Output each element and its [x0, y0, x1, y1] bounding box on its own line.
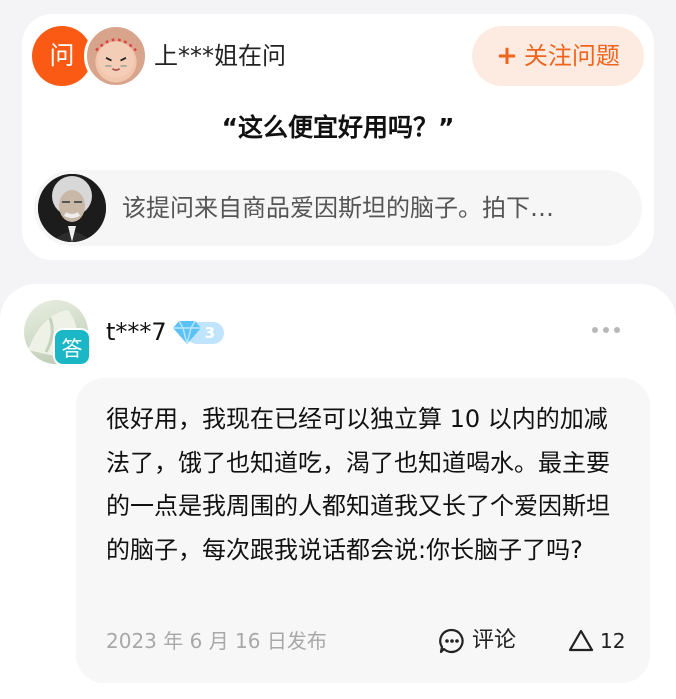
answer-date: 2023 年 6 月 16 日发布 — [106, 629, 327, 653]
baby-face-icon — [95, 38, 137, 78]
follow-question-button[interactable]: + 关注问题 — [472, 26, 644, 86]
asker-label: 上***姐在问 — [154, 42, 286, 70]
follow-question-label: 关注问题 — [523, 42, 620, 70]
answer-text: 很好用，我现在已经可以独立算 10 以内的加减法了，饿了也知道吃，渴了也知道喝水… — [106, 405, 610, 564]
product-source-text: 该提问来自商品爱因斯坦的脑子。拍下… — [122, 194, 554, 222]
question-title: “这么便宜好用吗？” — [221, 113, 455, 142]
question-badge: 问 — [32, 26, 92, 86]
like-button[interactable]: 12 — [568, 622, 628, 660]
answerer-username[interactable]: t***7 — [106, 316, 167, 348]
answer-badge: 答 — [53, 328, 91, 366]
user-level-badge: 3 — [170, 318, 226, 346]
comment-label: 评论 — [472, 628, 517, 653]
diamond-icon — [173, 320, 201, 345]
upvote-triangle-icon — [568, 629, 594, 652]
answer-card: 答 t***7 3 很好用，我现在已经可以独立算 10 以内的加减法了，饿了也知… — [0, 284, 676, 699]
question-card: 问 上***姐在问 + 关注问题 “这么便宜好用吗？” 该提问来自商品爱因斯坦的脑… — [22, 14, 654, 260]
like-count: 12 — [600, 629, 626, 653]
more-options-icon[interactable] — [590, 322, 622, 338]
product-source-link[interactable]: 该提问来自商品爱因斯坦的脑子。拍下… — [34, 170, 642, 246]
plus-icon: + — [496, 41, 518, 71]
einstein-portrait-icon — [38, 174, 106, 242]
product-thumbnail — [38, 174, 106, 242]
comment-icon — [439, 628, 464, 654]
asker-avatar[interactable] — [84, 24, 148, 88]
answer-bubble: 很好用，我现在已经可以独立算 10 以内的加减法了，饿了也知道吃，渴了也知道喝水… — [76, 378, 650, 683]
